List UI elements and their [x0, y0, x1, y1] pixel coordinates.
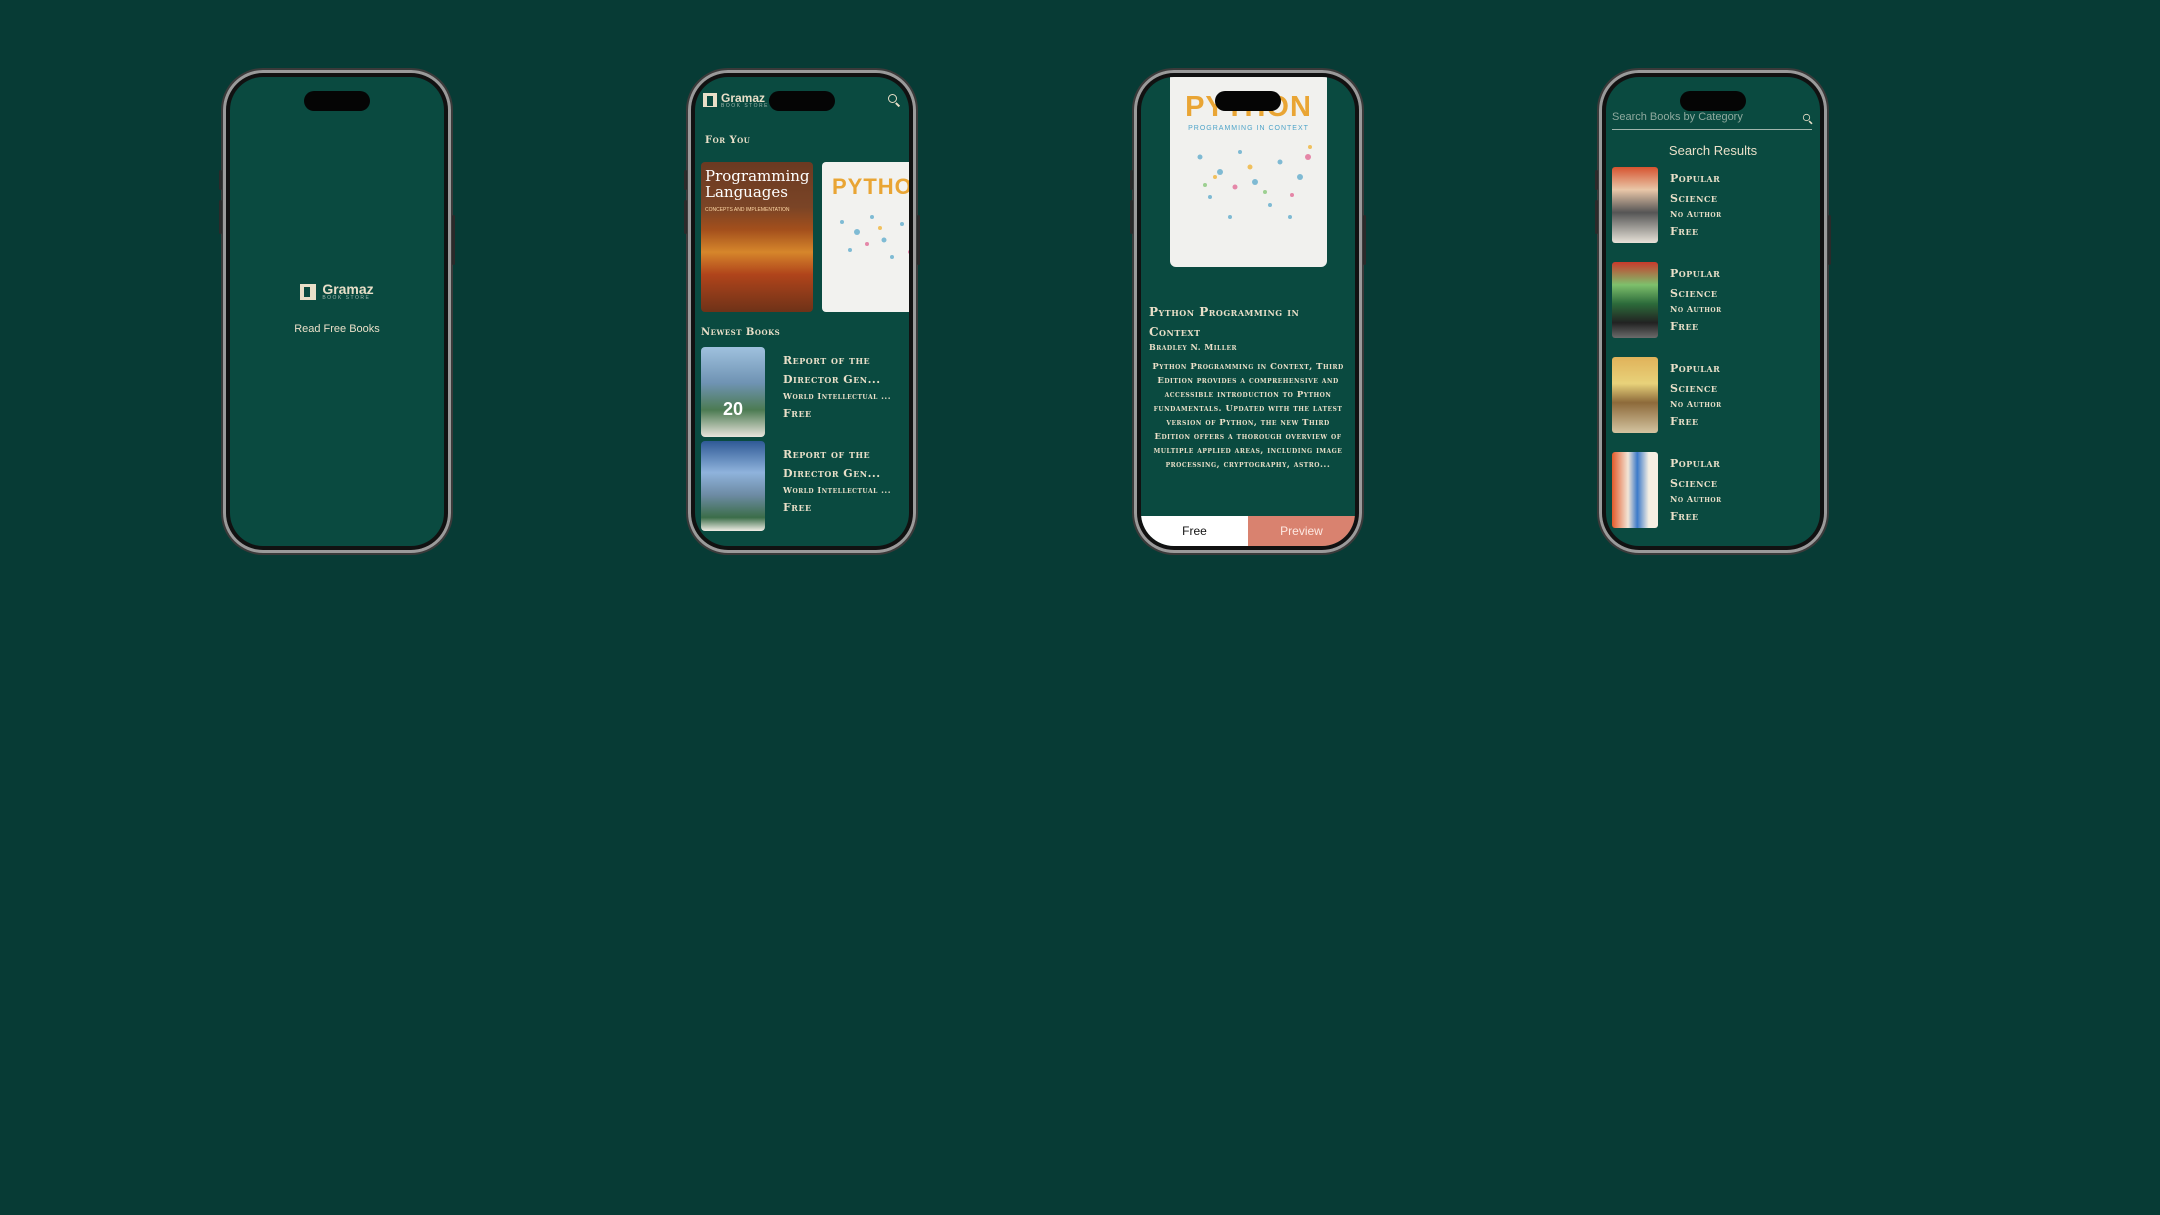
- for-you-carousel[interactable]: Programming Languages CONCEPTS AND IMPLE…: [701, 162, 909, 312]
- phone-side-button: [219, 200, 222, 234]
- for-you-heading: For You: [705, 135, 751, 146]
- phone-home: Gramaz BOOK STORE For You Programming La…: [684, 70, 920, 553]
- phone-side-button: [1130, 200, 1133, 234]
- list-item[interactable]: Popular Science No Author Free: [1612, 452, 1814, 546]
- phone-search: Search Results Popular Science No Author…: [1595, 70, 1831, 553]
- phone-side-button: [684, 200, 687, 234]
- search-screen: Search Results Popular Science No Author…: [1606, 77, 1820, 546]
- phone-side-button: [684, 170, 687, 190]
- home-screen: Gramaz BOOK STORE For You Programming La…: [695, 77, 909, 546]
- book-title: Python Programming in Context: [1149, 305, 1300, 339]
- brand-name: Gramaz: [322, 281, 374, 297]
- phone-detail: PYTHON PROGRAMMING IN CONTEXT Python Pro…: [1130, 70, 1366, 553]
- book-title: Report of the Director Gen...: [783, 354, 881, 386]
- header-logo[interactable]: Gramaz BOOK STORE: [703, 92, 769, 109]
- phone-side-button: [1363, 215, 1366, 265]
- book-price: Free: [1670, 320, 1699, 333]
- free-button[interactable]: Free: [1141, 516, 1248, 546]
- brand-name: Gramaz: [721, 90, 766, 105]
- list-item[interactable]: Popular Science No Author Free: [1612, 262, 1814, 357]
- search-icon[interactable]: [887, 93, 901, 107]
- action-bar: Free Preview: [1141, 516, 1355, 546]
- book-author: No Author: [1670, 209, 1722, 219]
- phone-side-button: [1828, 215, 1831, 265]
- splash-logo-block: Gramaz BOOK STORE Read Free Books: [230, 282, 444, 335]
- dynamic-island: [304, 91, 370, 111]
- detail-screen: PYTHON PROGRAMMING IN CONTEXT Python Pro…: [1141, 77, 1355, 546]
- cover-title: Programming Languages: [705, 167, 810, 201]
- app-logo: Gramaz BOOK STORE: [300, 281, 374, 301]
- cover-subtitle: CONCEPTS AND IMPLEMENTATION: [705, 207, 790, 213]
- book-price: Free: [783, 501, 812, 514]
- list-item[interactable]: Report of the Director Gen... World Inte…: [701, 441, 903, 535]
- book-thumbnail: [1612, 262, 1658, 338]
- book-author: No Author: [1670, 304, 1722, 314]
- brand-subtitle: BOOK STORE: [721, 102, 769, 109]
- book-title: Popular Science: [1670, 172, 1721, 205]
- book-thumbnail: [701, 441, 765, 531]
- book-thumbnail: [1612, 357, 1658, 433]
- book-price: Free: [1670, 510, 1699, 523]
- book-thumbnail: 20: [701, 347, 765, 437]
- list-item[interactable]: Popular Science No Author Free: [1612, 167, 1814, 262]
- book-title: Report of the Director Gen...: [783, 448, 881, 480]
- phone-side-button: [1595, 200, 1598, 234]
- results-heading: Search Results: [1668, 143, 1758, 158]
- tagline: Read Free Books: [294, 322, 380, 335]
- book-logo-icon: [300, 283, 317, 300]
- search-icon[interactable]: [1802, 113, 1811, 122]
- book-title: Popular Science: [1670, 267, 1721, 300]
- book-price: Free: [783, 407, 812, 420]
- splash-screen: Gramaz BOOK STORE Read Free Books: [230, 77, 444, 546]
- phone-side-button: [1130, 170, 1133, 190]
- book-author: World Intellectual ...: [783, 391, 891, 401]
- book-author: World Intellectual ...: [783, 485, 891, 495]
- dynamic-island: [769, 91, 835, 111]
- book-thumbnail: [1612, 452, 1658, 528]
- book-description: Python Programming in Context, Third Edi…: [1152, 362, 1344, 470]
- book-author: Bradley N. Miller: [1149, 342, 1237, 352]
- cover-subtitle: PROGRAMMING IN CONTEXT: [1188, 125, 1309, 132]
- book-author: No Author: [1670, 494, 1722, 504]
- list-item[interactable]: Popular Science No Author Free: [1612, 357, 1814, 452]
- book-title: Popular Science: [1670, 457, 1721, 490]
- phone-side-button: [917, 215, 920, 265]
- search-input[interactable]: [1612, 111, 1801, 123]
- book-title: Popular Science: [1670, 362, 1721, 395]
- book-logo-icon: [703, 93, 717, 107]
- phone-side-button: [452, 215, 455, 265]
- book-price: Free: [1670, 415, 1699, 428]
- newest-books-list: 20 Report of the Director Gen... World I…: [701, 347, 903, 535]
- phone-side-button: [1595, 170, 1598, 190]
- phone-splash: Gramaz BOOK STORE Read Free Books: [219, 70, 455, 553]
- book-author: No Author: [1670, 399, 1722, 409]
- phone-side-button: [219, 170, 222, 190]
- cover-number: 20: [723, 399, 744, 419]
- cover-title: PYTHON: [832, 174, 909, 199]
- book-cover-card[interactable]: PYTHON: [822, 162, 909, 312]
- book-thumbnail: [1612, 167, 1658, 243]
- search-results-list: Popular Science No Author Free Popular S…: [1612, 167, 1814, 546]
- book-price: Free: [1670, 225, 1699, 238]
- preview-button[interactable]: Preview: [1248, 516, 1355, 546]
- brand-subtitle: BOOK STORE: [322, 295, 371, 301]
- list-item[interactable]: 20 Report of the Director Gen... World I…: [701, 347, 903, 441]
- book-cover-card[interactable]: Programming Languages CONCEPTS AND IMPLE…: [701, 162, 813, 312]
- dynamic-island: [1215, 91, 1281, 111]
- newest-books-heading: Newest Books: [701, 327, 781, 338]
- dynamic-island: [1680, 91, 1746, 111]
